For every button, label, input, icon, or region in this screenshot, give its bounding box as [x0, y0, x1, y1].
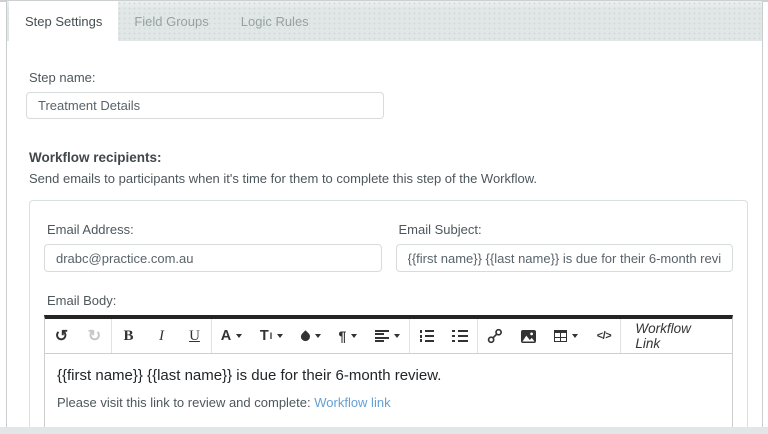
email-fields-row: Email Address: Email Subject: [44, 222, 733, 272]
text-color-button[interactable]: A [212, 319, 251, 353]
settings-card: Step Settings Field Groups Logic Rules S… [6, 1, 763, 434]
italic-button[interactable]: I [145, 319, 178, 353]
bottom-crop-strip [0, 427, 768, 434]
paragraph-format-button[interactable]: ¶ [330, 319, 366, 353]
image-icon [521, 330, 536, 343]
chevron-down-icon [351, 334, 357, 338]
align-button[interactable] [366, 319, 409, 353]
font-size-button[interactable]: T I [251, 319, 292, 353]
unordered-list-icon [452, 330, 468, 343]
email-body-line2-text: Please visit this link to review and com… [57, 395, 314, 410]
tab-step-settings[interactable]: Step Settings [9, 1, 118, 41]
workflow-link[interactable]: Workflow link [314, 395, 390, 410]
chevron-down-icon [572, 334, 578, 338]
unordered-list-button[interactable] [443, 319, 477, 353]
font-size-icon-small: I [270, 331, 273, 341]
email-body-label: Email Body: [47, 293, 733, 308]
underline-button[interactable]: U [178, 319, 211, 353]
undo-button[interactable]: ↺ [45, 319, 78, 353]
email-address-field: Email Address: [44, 222, 382, 272]
email-subject-label: Email Subject: [399, 222, 734, 237]
tab-field-groups[interactable]: Field Groups [118, 1, 224, 41]
tab-bar: Step Settings Field Groups Logic Rules [7, 1, 762, 41]
droplet-icon [299, 330, 311, 342]
email-address-input[interactable] [44, 244, 382, 272]
workflow-link-button[interactable]: Workflow Link [621, 319, 732, 353]
page: Step Settings Field Groups Logic Rules S… [0, 0, 768, 434]
workflow-recipients-description: Send emails to participants when it's ti… [29, 171, 748, 186]
chevron-down-icon [315, 334, 321, 338]
chevron-down-icon [277, 334, 283, 338]
code-view-button[interactable]: </> [587, 319, 620, 353]
link-icon [487, 328, 503, 344]
insert-table-button[interactable] [545, 319, 588, 353]
chevron-down-icon [394, 334, 400, 338]
email-subject-field: Email Subject: [396, 222, 734, 272]
email-body-editor: ↺ ↻ B I U A T I [44, 315, 733, 434]
ordered-list-icon [419, 330, 435, 343]
email-body-line1: {{first name}} {{last name}} is due for … [57, 367, 720, 384]
editor-toolbar: ↺ ↻ B I U A T I [44, 315, 733, 354]
text-color-icon: A [221, 328, 231, 344]
chevron-down-icon [236, 334, 242, 338]
step-name-input[interactable] [26, 92, 384, 119]
workflow-recipients-heading: Workflow recipients: [29, 150, 748, 165]
step-name-label: Step name: [29, 70, 748, 85]
table-icon [554, 330, 568, 342]
bold-button[interactable]: B [112, 319, 145, 353]
email-body-line2: Please visit this link to review and com… [57, 395, 720, 410]
workflow-recipients-panel: Email Address: Email Subject: Email Body… [29, 200, 748, 434]
paragraph-icon: ¶ [339, 328, 347, 344]
insert-link-button[interactable] [478, 319, 512, 353]
align-left-icon [375, 330, 389, 343]
insert-image-button[interactable] [512, 319, 545, 353]
step-settings-panel: Step name: Workflow recipients: Send ema… [7, 70, 762, 434]
ordered-list-button[interactable] [410, 319, 444, 353]
email-address-label: Email Address: [47, 222, 382, 237]
redo-button[interactable]: ↻ [78, 319, 111, 353]
email-body-content[interactable]: {{first name}} {{last name}} is due for … [44, 354, 733, 434]
font-size-icon: T [260, 328, 269, 344]
highlight-color-button[interactable] [292, 319, 330, 353]
email-subject-input[interactable] [396, 244, 734, 272]
tab-logic-rules[interactable]: Logic Rules [225, 1, 325, 41]
